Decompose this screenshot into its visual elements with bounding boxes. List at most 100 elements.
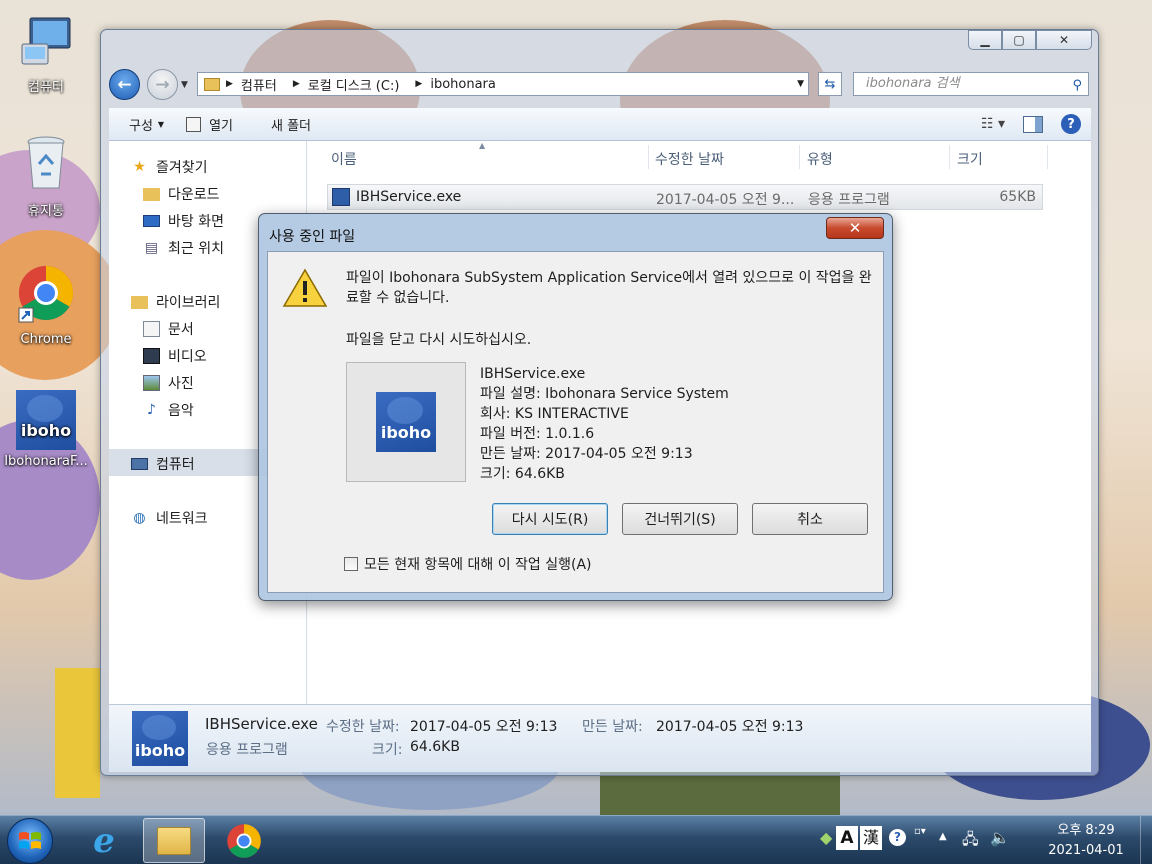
file-info-size: 크기: 64.6KB [480,466,565,482]
address-dropdown-icon[interactable]: ▼ [797,79,804,89]
nav-item-videos[interactable]: 비디오 [143,346,207,366]
show-hidden-icons-icon[interactable]: ▲ [939,831,947,842]
details-created-value: 2017-04-05 오전 9:13 [656,719,804,735]
preview-pane-icon[interactable] [1023,115,1043,133]
column-divider [1047,145,1048,169]
dialog-close-button[interactable]: ✕ [826,217,884,239]
taskbar-chrome[interactable] [213,818,275,863]
desktop-icon-ibohonara[interactable]: iboho IbohonaraF... [0,390,92,469]
clock-time: 오후 8:29 [1057,823,1115,838]
column-header-size[interactable]: 크기 [957,149,983,169]
maximize-button[interactable]: ▢ [1002,30,1036,50]
file-info-name: IBHService.exe [480,366,586,382]
search-icon[interactable]: ⚲ [1072,75,1082,97]
apply-to-all-checkbox[interactable]: 모든 현재 항목에 대해 이 작업 실행(A) [344,554,592,574]
folder-icon [204,77,220,91]
nav-item-documents[interactable]: 문서 [143,319,194,339]
file-info: IBHService.exe 파일 설명: Ibohonara Service … [480,364,729,484]
taskbar-internet-explorer[interactable]: e [73,818,135,863]
nav-item-network[interactable]: ◍ 네트워크 [131,508,207,528]
open-button[interactable]: 열기 [186,115,233,134]
toolbar-right: ☷ ▾ ? [981,114,1081,134]
show-desktop-button[interactable] [1140,816,1152,864]
chrome-icon [227,823,261,858]
language-bar-icon[interactable]: ◆ [820,828,832,847]
refresh-icon: ⇆ [824,76,836,92]
dialog-body: 파일이 Ibohonara SubSystem Application Serv… [267,251,884,593]
details-created-label: 만든 날짜: [582,719,643,735]
column-header-name[interactable]: 이름 [331,149,357,169]
ime-mode-button[interactable]: A [836,826,858,850]
ime-help-icon[interactable]: ? [889,829,906,846]
ibohonara-app-icon: iboho [16,390,76,450]
nav-label: 문서 [168,322,194,338]
back-button[interactable]: ← [109,69,140,100]
navigation-bar: ← → ▼ ▶ 컴퓨터 ▶ 로컬 디스크 (C:) ▶ ibohonara ▼ … [109,68,1090,100]
forward-button[interactable]: → [147,69,178,100]
close-button[interactable]: ✕ [1036,30,1092,50]
window-controls: ▁ ▢ ✕ [968,30,1092,52]
column-header-type[interactable]: 유형 [807,149,833,169]
open-label: 열기 [209,118,233,134]
nav-item-recent[interactable]: ▤ 최근 위치 [143,238,224,258]
file-in-use-dialog: 사용 중인 파일 ✕ 파일이 Ibohonara SubSystem Appli… [258,213,893,601]
libraries-icon [131,295,148,309]
skip-button[interactable]: 건너뛰기(S) [622,503,738,535]
file-row[interactable]: IBHService.exe 2017-04-05 오전 9... 응용 프로그… [327,184,1043,210]
nav-label: 음악 [168,403,194,419]
file-thumbnail-frame: iboho [346,362,466,482]
column-divider [799,145,800,169]
volume-icon[interactable]: 🔈 [990,828,1010,847]
nav-item-computer[interactable]: 컴퓨터 [131,454,195,474]
breadcrumb-item[interactable]: 컴퓨터 [241,75,277,94]
ime-hanja-button[interactable]: 漢 [860,826,882,850]
history-dropdown-icon[interactable]: ▼ [181,80,188,90]
nav-item-pictures[interactable]: 사진 [143,373,194,393]
clock[interactable]: 오후 8:29 2021-04-01 [1046,821,1126,861]
cancel-button[interactable]: 취소 [752,503,868,535]
breadcrumb-separator-icon[interactable]: ▶ [415,79,422,89]
search-input[interactable]: ibohonara 검색 ⚲ [853,72,1089,96]
nav-label: 라이브러리 [156,295,221,311]
nav-item-libraries[interactable]: 라이브러리 [131,292,220,312]
minimize-button[interactable]: ▁ [968,30,1002,50]
breadcrumb-separator-icon[interactable]: ▶ [293,79,300,89]
help-icon[interactable]: ? [1061,114,1081,134]
breadcrumb-item[interactable]: ibohonara [430,77,496,92]
file-info-created: 만든 날짜: 2017-04-05 오전 9:13 [480,446,693,462]
checkbox-box[interactable] [344,557,358,571]
dialog-instruction: 파일을 닫고 다시 시도하십시오. [346,332,532,348]
sort-arrow-icon: ▲ [479,141,486,150]
column-header-modified[interactable]: 수정한 날짜 [655,149,724,169]
new-folder-button[interactable]: 새 폴더 [271,115,311,134]
windows-logo-icon [19,832,41,849]
recent-places-icon: ▤ [144,240,159,256]
details-size-value: 64.6KB [410,739,460,755]
nav-item-desktop[interactable]: 바탕 화면 [143,211,224,231]
view-options-icon[interactable]: ☷ ▾ [981,116,1005,132]
network-status-icon[interactable]: 🖧 [962,829,979,854]
nav-item-music[interactable]: ♪ 음악 [143,400,194,420]
wallpaper-box [55,668,100,798]
computer-icon [131,458,148,470]
picture-icon [143,375,160,391]
taskbar-explorer[interactable] [143,818,205,863]
desktop-icon [143,215,160,227]
start-button[interactable] [7,818,53,864]
desktop-icon-computer[interactable]: 컴퓨터 [0,14,92,95]
desktop-icon-recycle-bin[interactable]: 휴지통 [0,134,92,219]
retry-button[interactable]: 다시 시도(R) [492,503,608,535]
clock-date: 2021-04-01 [1048,843,1124,858]
organize-button[interactable]: 구성 ▼ [129,115,164,134]
recycle-bin-icon [27,136,65,189]
nav-item-downloads[interactable]: 다운로드 [143,184,220,204]
nav-item-favorites[interactable]: ★ 즐겨찾기 [131,157,207,177]
breadcrumb-separator-icon[interactable]: ▶ [226,79,233,89]
breadcrumb-item[interactable]: 로컬 디스크 (C:) [308,75,400,94]
file-name: IBHService.exe [356,189,462,205]
ime-options-icon[interactable]: ▫▾ [914,826,926,837]
refresh-button[interactable]: ⇆ [818,72,842,96]
desktop-icon-chrome[interactable]: Chrome [0,264,92,347]
address-bar[interactable]: ▶ 컴퓨터 ▶ 로컬 디스크 (C:) ▶ ibohonara ▼ [197,72,809,96]
dialog-title: 사용 중인 파일 [269,229,356,245]
